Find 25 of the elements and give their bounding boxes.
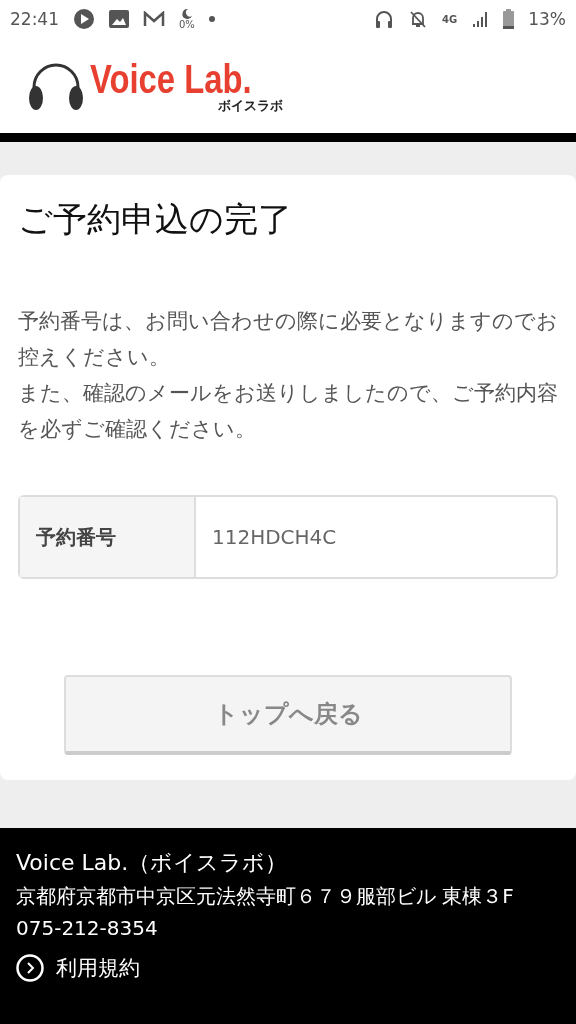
battery-percent: 13% bbox=[528, 9, 566, 29]
logo-kana: ボイスラボ bbox=[218, 99, 284, 112]
message-text: また、確認のメールをお送りしましたので、ご予約内容を必ずご確認ください。 bbox=[18, 380, 558, 443]
mail-icon bbox=[143, 11, 165, 27]
moon-icon bbox=[180, 8, 193, 20]
image-icon bbox=[109, 10, 129, 28]
chevron-circle-icon bbox=[16, 954, 44, 982]
terms-link[interactable]: 利用規約 bbox=[56, 954, 140, 982]
network-type: 4G bbox=[442, 13, 458, 25]
signal-icon bbox=[471, 10, 490, 28]
muted-bell-icon bbox=[408, 9, 429, 29]
headphones-icon bbox=[374, 9, 395, 29]
company-address: 京都府京都市中京区元法然寺町６７９服部ビル 東棟３F bbox=[16, 883, 515, 910]
company-name: Voice Lab.（ボイスラボ） bbox=[16, 849, 289, 877]
play-icon bbox=[73, 8, 95, 30]
page-title: ご予約申込の完了 bbox=[18, 198, 293, 241]
logo-text: Voice Lab. bbox=[90, 59, 252, 99]
reservation-number: 112HDCH4C bbox=[211, 524, 338, 551]
dnd-level: 0% bbox=[179, 20, 195, 30]
dot-icon bbox=[208, 16, 215, 22]
message-text: 予約番号は、お問い合わせの際に必要となりますのでお控えください。 bbox=[18, 308, 558, 371]
status-time: 22:41 bbox=[10, 9, 59, 29]
battery-icon bbox=[503, 9, 515, 29]
company-phone: 075-212-8354 bbox=[16, 915, 159, 942]
reservation-label: 予約番号 bbox=[20, 497, 196, 577]
